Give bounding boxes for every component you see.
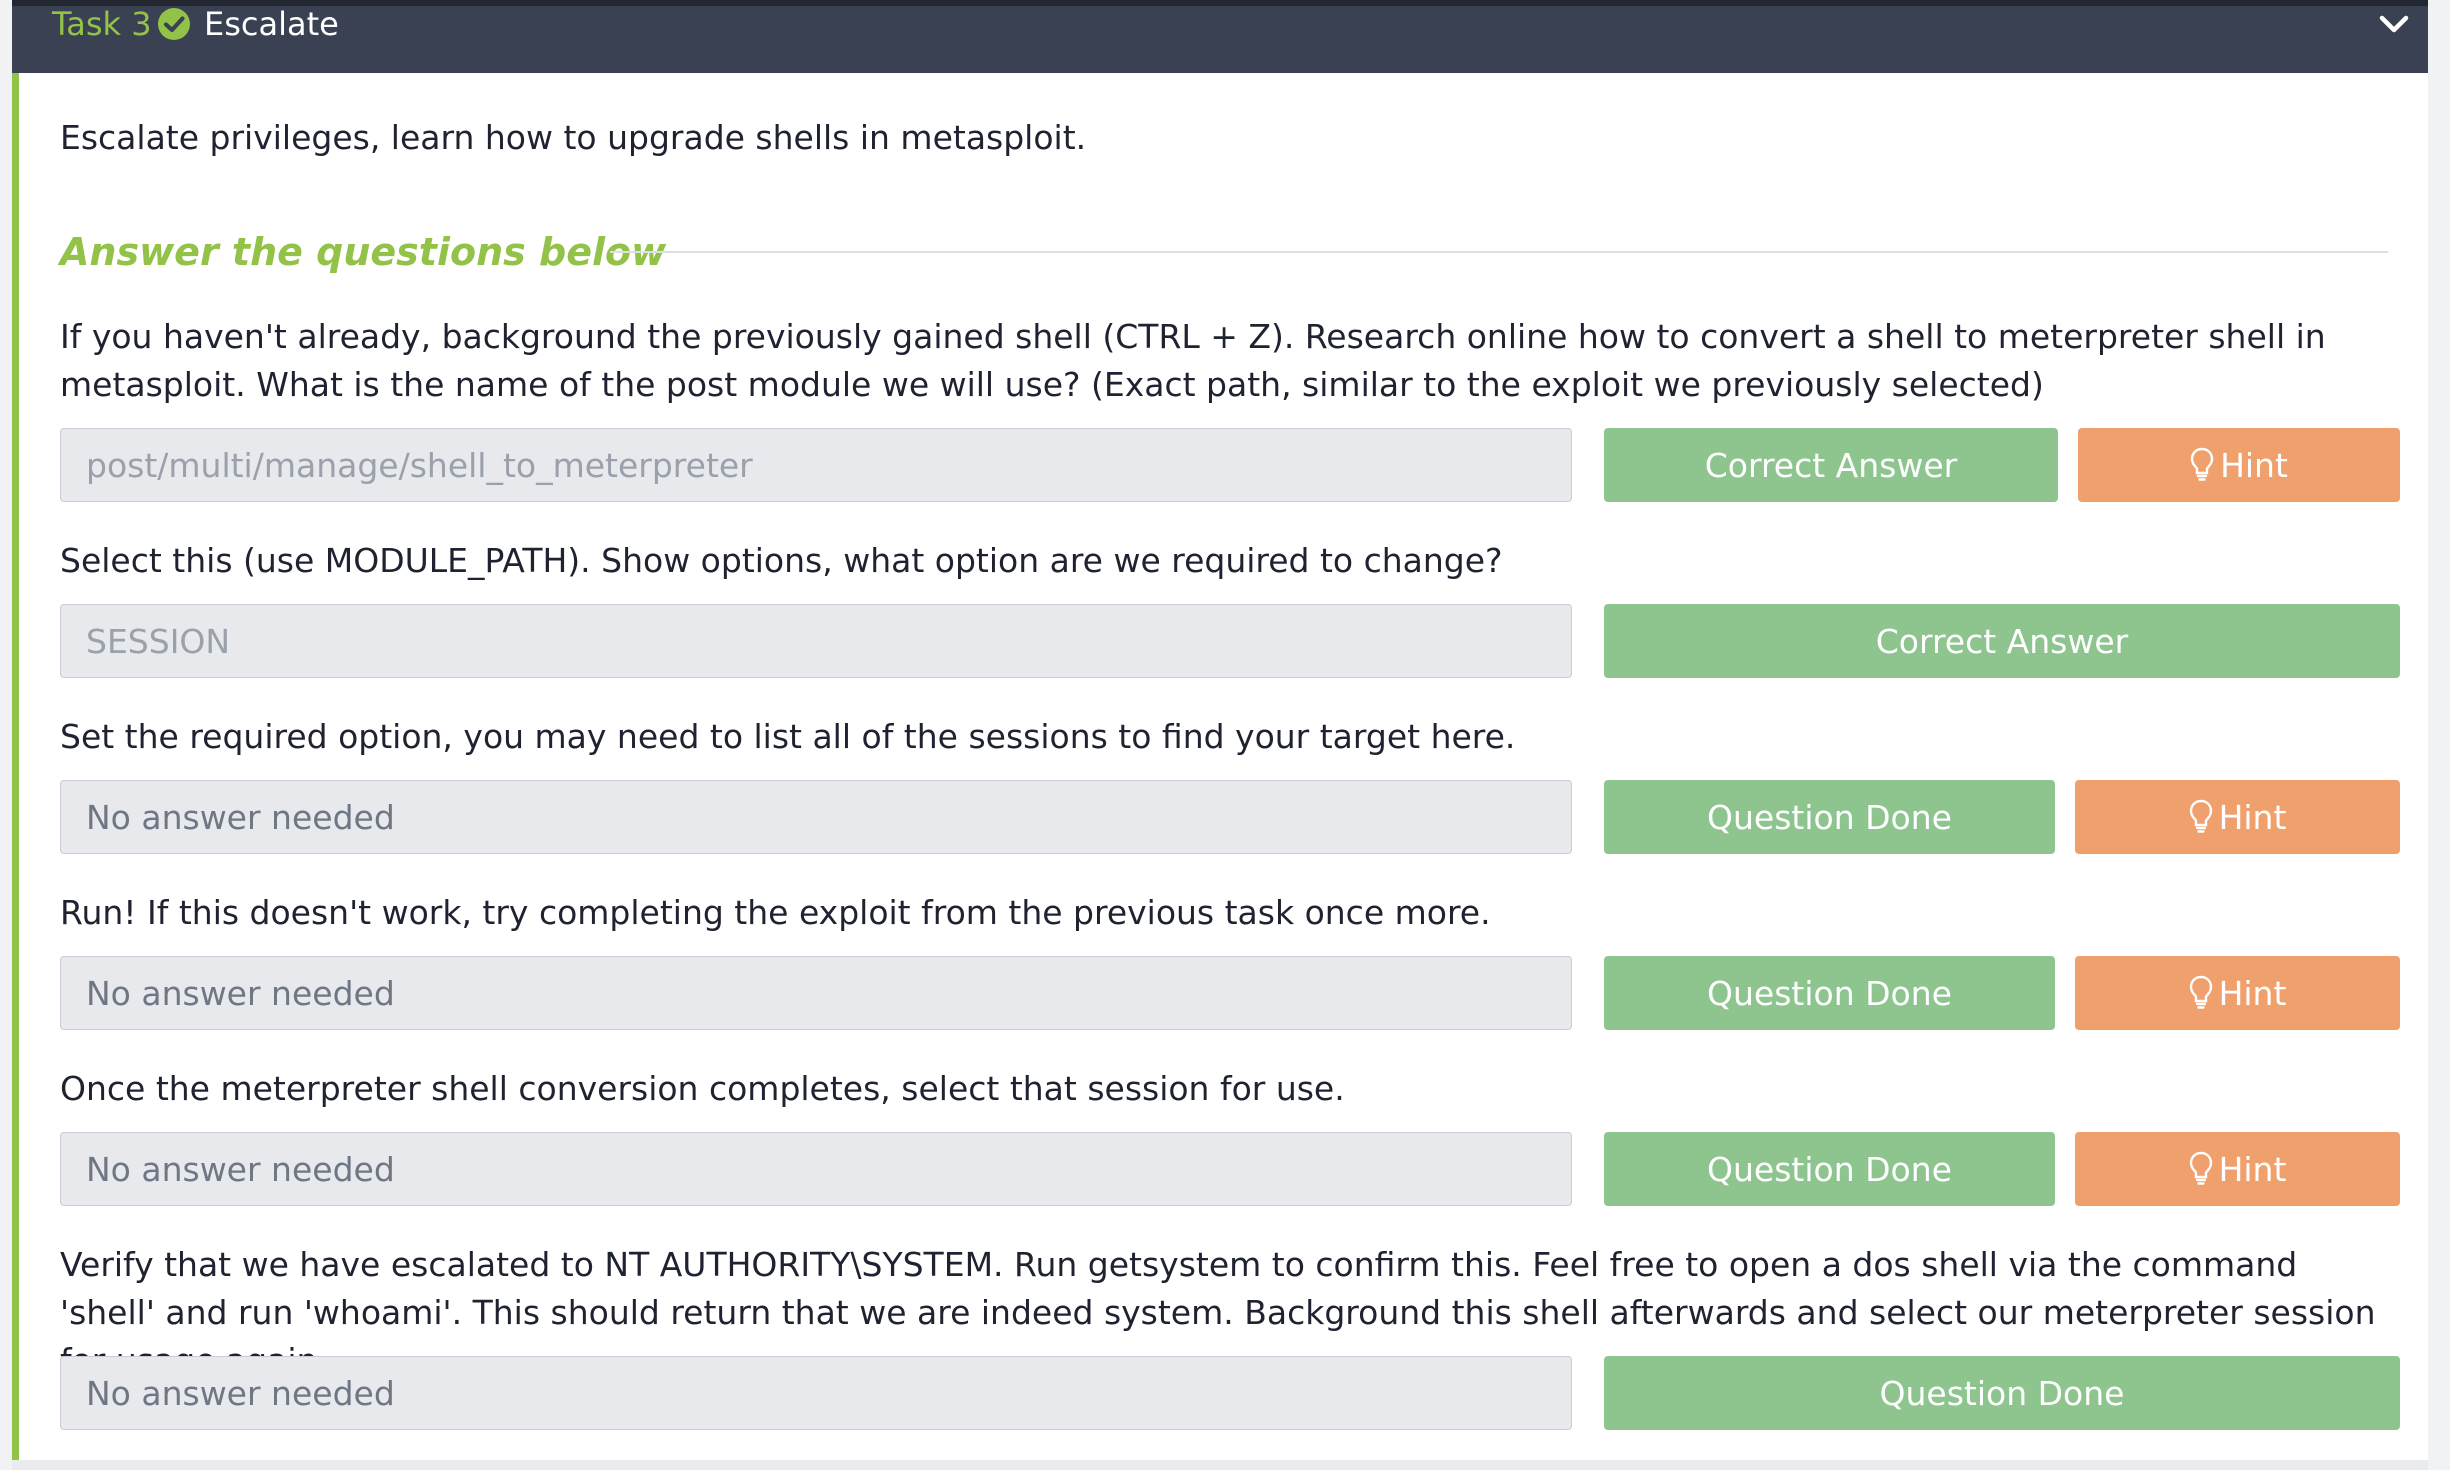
question-done-button[interactable]: Question Done xyxy=(1604,780,2055,854)
question-text: Select this (use MODULE_PATH). Show opti… xyxy=(60,541,1503,580)
answer-input[interactable] xyxy=(60,956,1572,1030)
top-strip xyxy=(12,0,2428,6)
hint-button[interactable]: Hint xyxy=(2075,780,2400,854)
hint-button[interactable]: Hint xyxy=(2078,428,2400,502)
button-label: Question Done xyxy=(1707,797,1952,837)
correct-answer-button[interactable]: Correct Answer xyxy=(1604,428,2058,502)
question-text: Set the required option, you may need to… xyxy=(60,717,1516,756)
lightbulb-icon xyxy=(2189,799,2212,833)
button-label: Hint xyxy=(2218,797,2287,837)
accent-bar xyxy=(12,73,19,1470)
hint-button[interactable]: Hint xyxy=(2075,956,2400,1030)
button-label: Question Done xyxy=(1707,1149,1952,1189)
question-done-button[interactable]: Question Done xyxy=(1604,1356,2400,1430)
section-heading: Answer the questions below xyxy=(60,230,667,274)
question-text: Once the meterpreter shell conversion co… xyxy=(60,1069,1345,1108)
button-label: Hint xyxy=(2218,1149,2287,1189)
answer-input[interactable] xyxy=(60,428,1572,502)
lightbulb-icon xyxy=(2189,1151,2212,1185)
task-number-label: Task 3 xyxy=(52,5,152,43)
chevron-down-icon[interactable] xyxy=(2376,10,2412,38)
task-panel: Task 3 Escalate Escalate privileges, lea… xyxy=(12,0,2428,1470)
heading-divider xyxy=(610,251,2388,253)
button-label: Correct Answer xyxy=(1875,621,2129,661)
answer-input[interactable] xyxy=(60,604,1572,678)
question-text: Run! If this doesn't work, try completin… xyxy=(60,893,1491,932)
hint-button[interactable]: Hint xyxy=(2075,1132,2400,1206)
correct-answer-button[interactable]: Correct Answer xyxy=(1604,604,2400,678)
question-text: If you haven't already, background the p… xyxy=(60,317,2326,404)
button-label: Question Done xyxy=(1879,1373,2125,1413)
bottom-edge xyxy=(12,1460,2428,1470)
button-label: Question Done xyxy=(1707,973,1952,1013)
button-label: Correct Answer xyxy=(1704,445,1958,485)
lightbulb-icon xyxy=(2189,975,2212,1009)
task-header[interactable]: Task 3 Escalate xyxy=(12,0,2428,73)
lightbulb-icon xyxy=(2190,447,2214,481)
task-description: Escalate privileges, learn how to upgrad… xyxy=(60,118,1087,157)
answer-input[interactable] xyxy=(60,780,1572,854)
check-circle-icon xyxy=(158,8,190,40)
question-done-button[interactable]: Question Done xyxy=(1604,956,2055,1030)
question-done-button[interactable]: Question Done xyxy=(1604,1132,2055,1206)
answer-input[interactable] xyxy=(60,1132,1572,1206)
button-label: Hint xyxy=(2220,445,2288,485)
task-title: Escalate xyxy=(204,5,339,43)
answer-input[interactable] xyxy=(60,1356,1572,1430)
button-label: Hint xyxy=(2218,973,2287,1013)
